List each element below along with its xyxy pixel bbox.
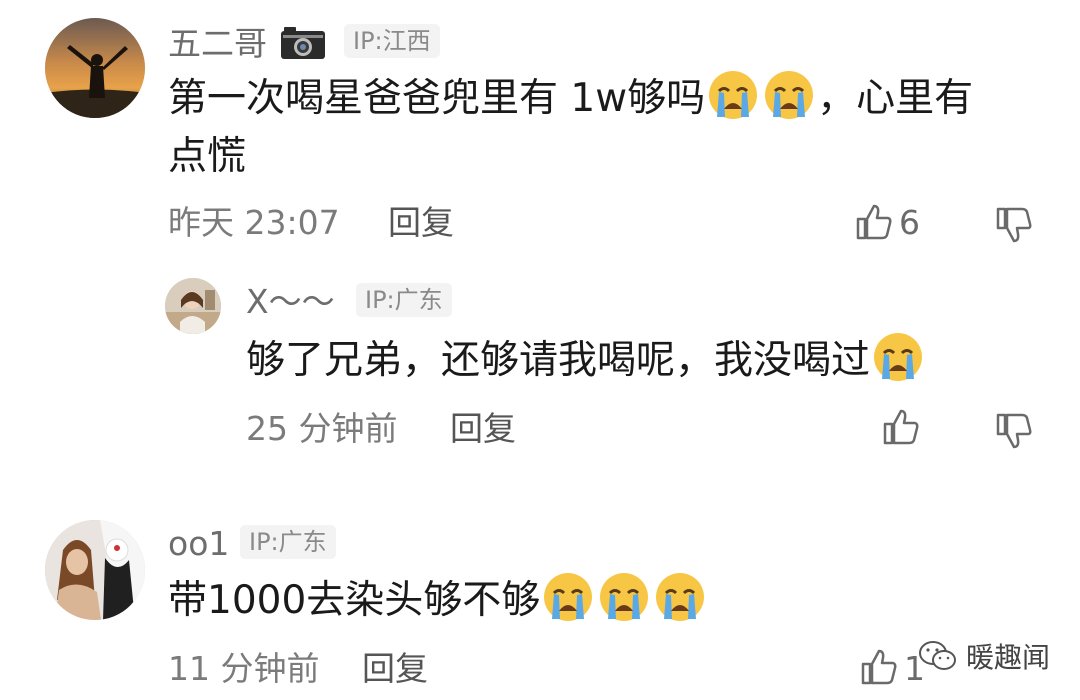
comment-text-line2: 点慌 xyxy=(168,134,247,179)
like-count: 6 xyxy=(899,203,920,242)
thumbs-up-icon[interactable] xyxy=(882,408,920,446)
comment-text-part: 够了兄弟，还够请我喝呢，我没喝过 xyxy=(246,338,871,383)
avatar[interactable] xyxy=(45,18,145,118)
comment-text-part: 带1000去染头够不够 xyxy=(168,578,541,623)
loudly-crying-face-emoji xyxy=(654,571,706,623)
wechat-logo-icon xyxy=(919,641,956,670)
avatar[interactable] xyxy=(45,520,145,620)
ip-location-badge: IP:广东 xyxy=(240,525,336,559)
username[interactable]: 五二哥 xyxy=(168,27,267,60)
reply-button[interactable]: 回复 xyxy=(388,206,454,239)
comment-text-part: ，心里有 xyxy=(817,76,974,121)
reply-button[interactable]: 回复 xyxy=(362,652,428,685)
reply-button[interactable]: 回复 xyxy=(450,412,516,445)
thumbs-up-icon[interactable] xyxy=(855,203,893,241)
comment-text: 第一次喝星爸爸兜里有 1w够吗 ，心里有 xyxy=(168,68,973,130)
loudly-crying-face-emoji xyxy=(763,69,815,121)
thumbs-down-icon[interactable] xyxy=(995,412,1033,450)
watermark-text: 暖趣闻 xyxy=(966,641,1051,674)
comment-text-part: 第一次喝星爸爸兜里有 1w够吗 xyxy=(168,76,706,121)
ip-location-badge: IP:广东 xyxy=(356,283,452,317)
thumbs-up-icon[interactable] xyxy=(860,648,898,686)
username[interactable]: X～～ xyxy=(246,285,335,318)
ip-location-badge: IP:江西 xyxy=(344,24,440,58)
loudly-crying-face-emoji xyxy=(542,571,594,623)
camera-icon xyxy=(280,26,326,60)
comment-list: 五二哥 IP:江西 第一次喝星爸爸兜里有 1w够吗 ，心里有 点慌 昨天 23:0… xyxy=(0,0,1080,700)
comment-time: 25 分钟前 xyxy=(246,409,398,448)
username[interactable]: oo1 xyxy=(168,527,229,560)
avatar[interactable] xyxy=(165,278,221,334)
thumbs-down-icon[interactable] xyxy=(995,206,1033,244)
comment-time: 昨天 23:07 xyxy=(168,203,340,242)
loudly-crying-face-emoji xyxy=(598,571,650,623)
loudly-crying-face-emoji xyxy=(872,331,924,383)
comment-time: 11 分钟前 xyxy=(168,649,320,688)
comment-text: 够了兄弟，还够请我喝呢，我没喝过 xyxy=(246,330,926,392)
loudly-crying-face-emoji xyxy=(707,69,759,121)
comment-text: 带1000去染头够不够 xyxy=(168,570,708,632)
watermark: 暖趣闻 xyxy=(918,636,1050,676)
